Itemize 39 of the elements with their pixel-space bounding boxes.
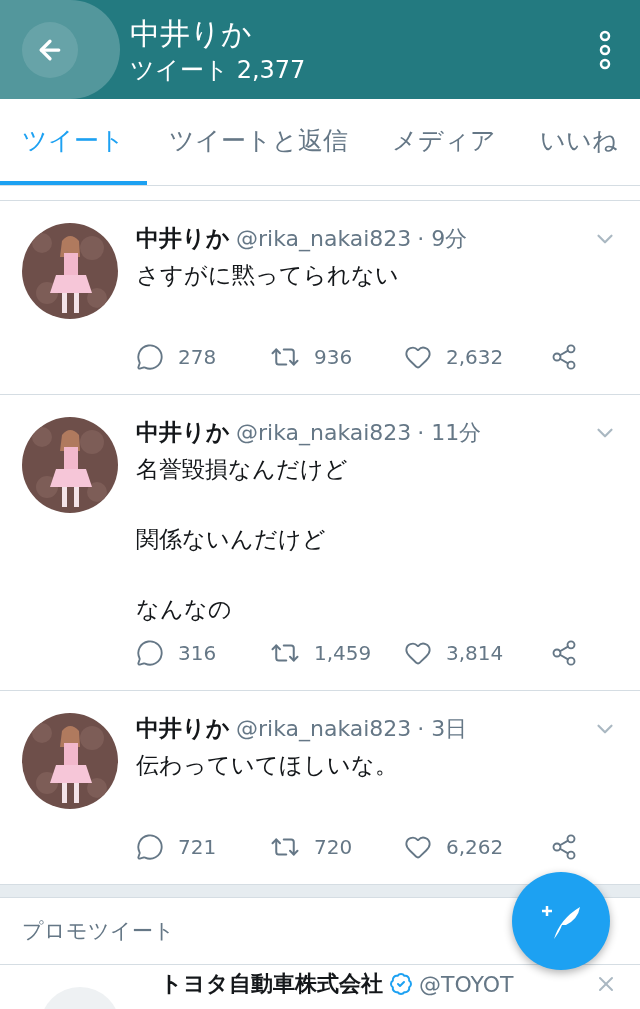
reply-count: 316 [178,641,217,665]
author-name: 中井りか [136,224,230,253]
tweet-count: ツイート 2,377 [130,54,307,85]
share-icon[interactable] [550,343,578,371]
reply-count: 278 [178,345,217,369]
retweet-count: 936 [314,345,353,369]
tweet-text: 伝わっていてほしいな。 [136,751,399,780]
tweet-text: 名誉毀損なんだけど [136,455,349,484]
author-handle[interactable]: @TOYOT [419,971,514,997]
reply-icon[interactable] [136,343,164,371]
retweet-count: 1,459 [314,641,372,665]
tweet-text: さすがに黙ってられない [136,261,400,290]
author-handle[interactable]: @rika_nakai823 [236,716,412,741]
profile-name: 中井りか [130,14,253,53]
author-handle[interactable]: @rika_nakai823 [236,226,412,251]
like-count: 6,262 [446,835,504,859]
share-icon[interactable] [550,833,578,861]
tweet-time: · 3日 [417,714,468,743]
reply-icon[interactable] [136,639,164,667]
author-name: トヨタ自動車株式会社 [160,970,383,998]
tweet-time: · 9分 [417,224,468,253]
profile-tab[interactable]: メディア [370,99,518,185]
reply-count: 721 [178,835,217,859]
tweet-text: なんなの [136,595,233,624]
author-handle[interactable]: @rika_nakai823 [236,420,412,445]
share-icon[interactable] [550,639,578,667]
compose-tweet-button[interactable] [512,872,610,970]
like-count: 3,814 [446,641,504,665]
profile-tab[interactable]: ツイート [0,99,147,185]
retweet-count: 720 [314,835,353,859]
profile-tab[interactable]: ツイートと返信 [147,99,370,185]
like-count: 2,632 [446,345,504,369]
more-options-button[interactable] [598,29,612,70]
author-name: 中井りか [136,714,230,743]
reply-icon[interactable] [136,833,164,861]
author-name: 中井りか [136,418,230,447]
profile-tab[interactable]: いいね [518,99,640,185]
tweet-text: 関係ないんだけど [136,525,327,554]
tweet-time: · 11分 [417,418,482,447]
